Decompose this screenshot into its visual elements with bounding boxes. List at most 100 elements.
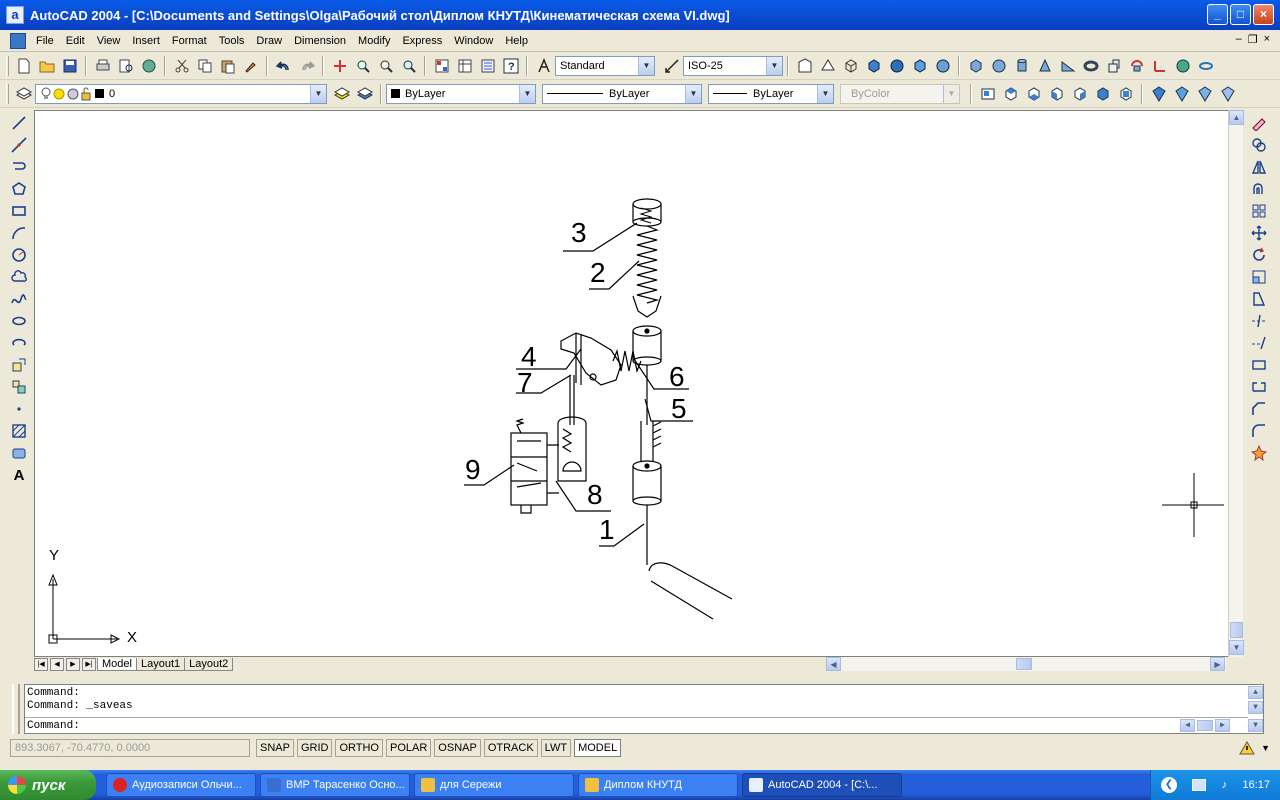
vertical-scroll-thumb[interactable] bbox=[1230, 622, 1243, 638]
line-tool[interactable] bbox=[8, 112, 30, 134]
wedge-button[interactable] bbox=[1057, 55, 1078, 76]
dimension-style-button[interactable] bbox=[661, 55, 682, 76]
array-tool[interactable] bbox=[1248, 200, 1270, 222]
doc-close-button[interactable]: × bbox=[1264, 33, 1270, 46]
make-block-tool[interactable] bbox=[8, 376, 30, 398]
view-back-button[interactable] bbox=[1115, 83, 1136, 104]
shaded-cube-button[interactable] bbox=[863, 55, 884, 76]
hatch-tool[interactable] bbox=[8, 420, 30, 442]
taskbar-item-folder-diploma[interactable]: Диплом КНУТД bbox=[578, 773, 738, 797]
lineweight-select[interactable]: ByLayer ▼ bbox=[708, 83, 834, 104]
command-window[interactable]: Command: Command: _saveas Command: ▲ ▼ ◀… bbox=[24, 684, 1264, 734]
rectangle-tool[interactable] bbox=[8, 200, 30, 222]
layer-select[interactable]: 0 ▼ bbox=[35, 83, 327, 104]
layer-previous-button[interactable] bbox=[354, 83, 375, 104]
tab-layout1[interactable]: Layout1 bbox=[135, 657, 186, 671]
publish-button[interactable] bbox=[138, 55, 159, 76]
doc-restore-button[interactable]: ❐ bbox=[1248, 33, 1258, 46]
properties-button[interactable] bbox=[431, 55, 452, 76]
erase-tool[interactable] bbox=[1248, 112, 1270, 134]
extend-tool[interactable] bbox=[1248, 332, 1270, 354]
taskbar-item-document[interactable]: ВМР Тарасенко Осно... bbox=[260, 773, 410, 797]
network-icon[interactable] bbox=[1192, 779, 1207, 791]
minimize-button[interactable]: _ bbox=[1207, 4, 1228, 25]
scroll-right-icon[interactable]: ▶ bbox=[1210, 657, 1225, 671]
osnap-toggle[interactable]: OSNAP bbox=[434, 739, 481, 757]
extrude-button[interactable] bbox=[1103, 55, 1124, 76]
scale-tool[interactable] bbox=[1248, 266, 1270, 288]
point-tool[interactable] bbox=[8, 398, 30, 420]
box-button[interactable] bbox=[965, 55, 986, 76]
arc-tool[interactable] bbox=[8, 222, 30, 244]
tab-layout2[interactable]: Layout2 bbox=[184, 657, 234, 671]
text-style-select[interactable]: Standard ▼ bbox=[555, 55, 655, 76]
trim-tool[interactable] bbox=[1248, 310, 1270, 332]
orbit-button[interactable] bbox=[1195, 55, 1216, 76]
communication-center-icon[interactable] bbox=[1239, 741, 1255, 755]
view-nw-iso-button[interactable] bbox=[1217, 83, 1238, 104]
menu-edit[interactable]: Edit bbox=[60, 31, 91, 51]
polygon-tool[interactable] bbox=[8, 178, 30, 200]
scroll-left-icon[interactable]: ◀ bbox=[826, 657, 841, 671]
ortho-toggle[interactable]: ORTHO bbox=[335, 739, 383, 757]
explode-tool[interactable] bbox=[1248, 442, 1270, 464]
chamfer-tool[interactable] bbox=[1248, 398, 1270, 420]
copy-object-tool[interactable] bbox=[1248, 134, 1270, 156]
snap-toggle[interactable]: SNAP bbox=[256, 739, 294, 757]
zoom-window-button[interactable] bbox=[375, 55, 396, 76]
pan-realtime-button[interactable] bbox=[329, 55, 350, 76]
paste-button[interactable] bbox=[217, 55, 238, 76]
plot-button[interactable] bbox=[92, 55, 113, 76]
rotate-tool[interactable] bbox=[1248, 244, 1270, 266]
layer-manager-button[interactable] bbox=[13, 83, 34, 104]
ucs-world-button[interactable] bbox=[1172, 55, 1193, 76]
command-scroll-up-icon[interactable]: ▲ bbox=[1248, 686, 1263, 699]
offset-tool[interactable] bbox=[1248, 178, 1270, 200]
view-named-button[interactable] bbox=[977, 83, 998, 104]
menu-help[interactable]: Help bbox=[499, 31, 534, 51]
toolbar-grip[interactable] bbox=[6, 83, 9, 104]
taskbar-item-folder-seryozha[interactable]: для Сережи bbox=[414, 773, 574, 797]
command-prompt-scroll-icon[interactable]: ▼ bbox=[1248, 719, 1263, 732]
autocad-app-icon[interactable]: a bbox=[6, 6, 24, 24]
menu-express[interactable]: Express bbox=[396, 31, 448, 51]
close-button[interactable]: × bbox=[1253, 4, 1274, 25]
grid-toggle[interactable]: GRID bbox=[296, 739, 333, 757]
coordinates-readout[interactable]: 893.3067, -70.4770, 0.0000 bbox=[10, 739, 250, 757]
menu-view[interactable]: View bbox=[91, 31, 127, 51]
insert-block-tool[interactable] bbox=[8, 354, 30, 376]
view-ne-iso-button[interactable] bbox=[1194, 83, 1215, 104]
ucs-button[interactable] bbox=[1149, 55, 1170, 76]
revolve-button[interactable] bbox=[1126, 55, 1147, 76]
view-top-button[interactable] bbox=[1000, 83, 1021, 104]
dimension-style-select[interactable]: ISO-25 ▼ bbox=[683, 55, 783, 76]
view-bottom-button[interactable] bbox=[1023, 83, 1044, 104]
view-right-button[interactable] bbox=[1069, 83, 1090, 104]
volume-icon[interactable]: ♪ bbox=[1222, 779, 1228, 791]
taskbar-item-autocad[interactable]: AutoCAD 2004 - [C:\... bbox=[742, 773, 902, 797]
menu-dimension[interactable]: Dimension bbox=[288, 31, 352, 51]
region-tool[interactable] bbox=[8, 442, 30, 464]
tray-expand-icon[interactable]: ❮ bbox=[1161, 777, 1177, 793]
command-prompt[interactable]: Command: bbox=[27, 720, 80, 733]
cut-button[interactable] bbox=[171, 55, 192, 76]
designcenter-button[interactable] bbox=[454, 55, 475, 76]
vertical-scrollbar[interactable]: ▲ ▼ bbox=[1228, 110, 1244, 657]
otrack-toggle[interactable]: OTRACK bbox=[483, 739, 538, 757]
maximize-button[interactable]: □ bbox=[1230, 4, 1251, 25]
menu-format[interactable]: Format bbox=[166, 31, 213, 51]
command-scroll-left-icon[interactable]: ◀ bbox=[1180, 719, 1195, 732]
view-left-button[interactable] bbox=[1046, 83, 1067, 104]
stretch-tool[interactable] bbox=[1248, 288, 1270, 310]
cone-button[interactable] bbox=[1034, 55, 1055, 76]
text-style-button[interactable] bbox=[533, 55, 554, 76]
revision-cloud-tool[interactable] bbox=[8, 266, 30, 288]
undo-button[interactable] bbox=[273, 55, 294, 76]
doc-minimize-button[interactable]: – bbox=[1236, 33, 1242, 46]
shaded-sphere-button[interactable] bbox=[886, 55, 907, 76]
drawing-canvas[interactable]: 3 2 4 7 6 5 9 8 1 Y X bbox=[34, 110, 1229, 657]
render-button[interactable] bbox=[817, 55, 838, 76]
menu-modify[interactable]: Modify bbox=[352, 31, 396, 51]
command-scroll-down-icon[interactable]: ▼ bbox=[1248, 701, 1263, 714]
document-icon[interactable] bbox=[10, 32, 26, 49]
